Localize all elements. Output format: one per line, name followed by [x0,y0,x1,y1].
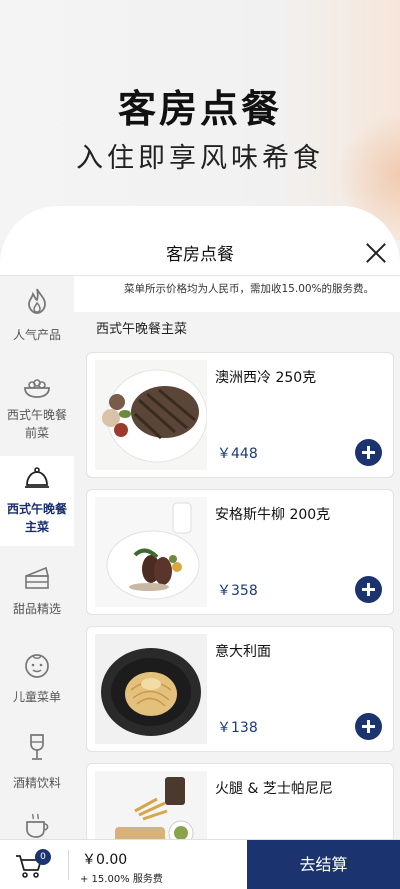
sidebar-item-label: 前菜 [24,426,49,440]
checkout-button[interactable]: 去结算 [247,840,400,889]
sheet-header: 客房点餐 [0,206,400,276]
dish-photo-spaghetti [95,634,207,744]
flame-icon [28,288,46,314]
price-notice: 菜单所示价格均为人民币，需加收15.00%的服务费。 [124,283,375,295]
menu-item-card[interactable]: 意大利面 ￥138 [86,626,394,752]
sidebar-item-popular[interactable]: 人气产品 [0,276,74,366]
cart-divider [68,850,69,880]
sidebar-item-label: 主菜 [24,520,49,534]
sidebar-item-alcoholic-drinks[interactable]: 酒精饮料 [0,726,74,816]
child-face-icon [25,654,49,678]
sheet-title: 客房点餐 [166,245,234,265]
dish-price: ￥448 [217,446,258,462]
salad-bowl-icon [24,379,50,398]
add-to-cart-button[interactable] [355,439,382,466]
dish-name: 安格斯牛柳 200克 [215,507,331,523]
dish-price: ￥358 [217,583,258,599]
sidebar-item-western-mains[interactable]: 西式午晚餐 主菜 [0,456,74,546]
menu-sheet: 客房点餐 人气产品 西式午晚餐 前菜 西式午晚餐 主菜 甜品精选 儿童菜单 酒精… [0,206,400,889]
cart-total: ￥0.00 [82,852,128,868]
menu-content: 西式午晚餐主菜 澳洲西冷 250克 ￥448 安格斯牛柳 200克 ￥358 意… [74,312,400,849]
sidebar-item-kids-menu[interactable]: 儿童菜单 [0,644,74,734]
add-to-cart-button[interactable] [355,713,382,740]
menu-item-card[interactable]: 安格斯牛柳 200克 ￥358 [86,489,394,615]
cake-slice-icon [25,566,50,589]
wine-glass-icon [30,734,44,760]
dish-name: 澳洲西冷 250克 [215,370,317,386]
menu-item-card[interactable]: 火腿 & 芝士帕尼尼 [86,763,394,849]
section-title: 西式午晚餐主菜 [96,322,188,337]
sidebar-item-label: 甜品精选 [12,602,61,616]
sidebar-item-western-starters[interactable]: 西式午晚餐 前菜 [0,366,74,456]
coffee-cup-icon [26,813,49,838]
dish-name: 意大利面 [215,644,271,660]
dish-photo-angus-tenderloin [95,497,207,607]
hero-subtitle: 入住即享风味希食 [76,143,324,174]
cart-bar: 0 ￥0.00 + 15.00% 服务费 去结算 [0,839,400,889]
dish-price: ￥138 [217,720,258,736]
sidebar-item-desserts[interactable]: 甜品精选 [0,558,74,648]
sidebar-item-label: 酒精饮料 [12,776,61,790]
sidebar-item-label: 西式午晚餐 [6,502,67,516]
dish-photo-panini [95,771,207,849]
dish-name: 火腿 & 芝士帕尼尼 [215,781,333,797]
sidebar-item-label: 儿童菜单 [12,690,61,704]
category-sidebar: 人气产品 西式午晚餐 前菜 西式午晚餐 主菜 甜品精选 儿童菜单 酒精饮料 [0,276,74,849]
dish-photo-sirloin [95,360,207,470]
hero-banner: 客房点餐 入住即享风味希食 [0,0,400,240]
close-button[interactable] [364,240,388,264]
cloche-icon [25,467,49,488]
menu-item-card[interactable]: 澳洲西冷 250克 ￥448 [86,352,394,478]
service-fee-note: + 15.00% 服务费 [80,874,163,885]
cart-count-badge: 0 [35,849,51,865]
add-to-cart-button[interactable] [355,576,382,603]
sidebar-item-label: 人气产品 [12,328,61,342]
hero-title: 客房点餐 [117,87,282,131]
sidebar-item-label: 西式午晚餐 [6,408,67,422]
